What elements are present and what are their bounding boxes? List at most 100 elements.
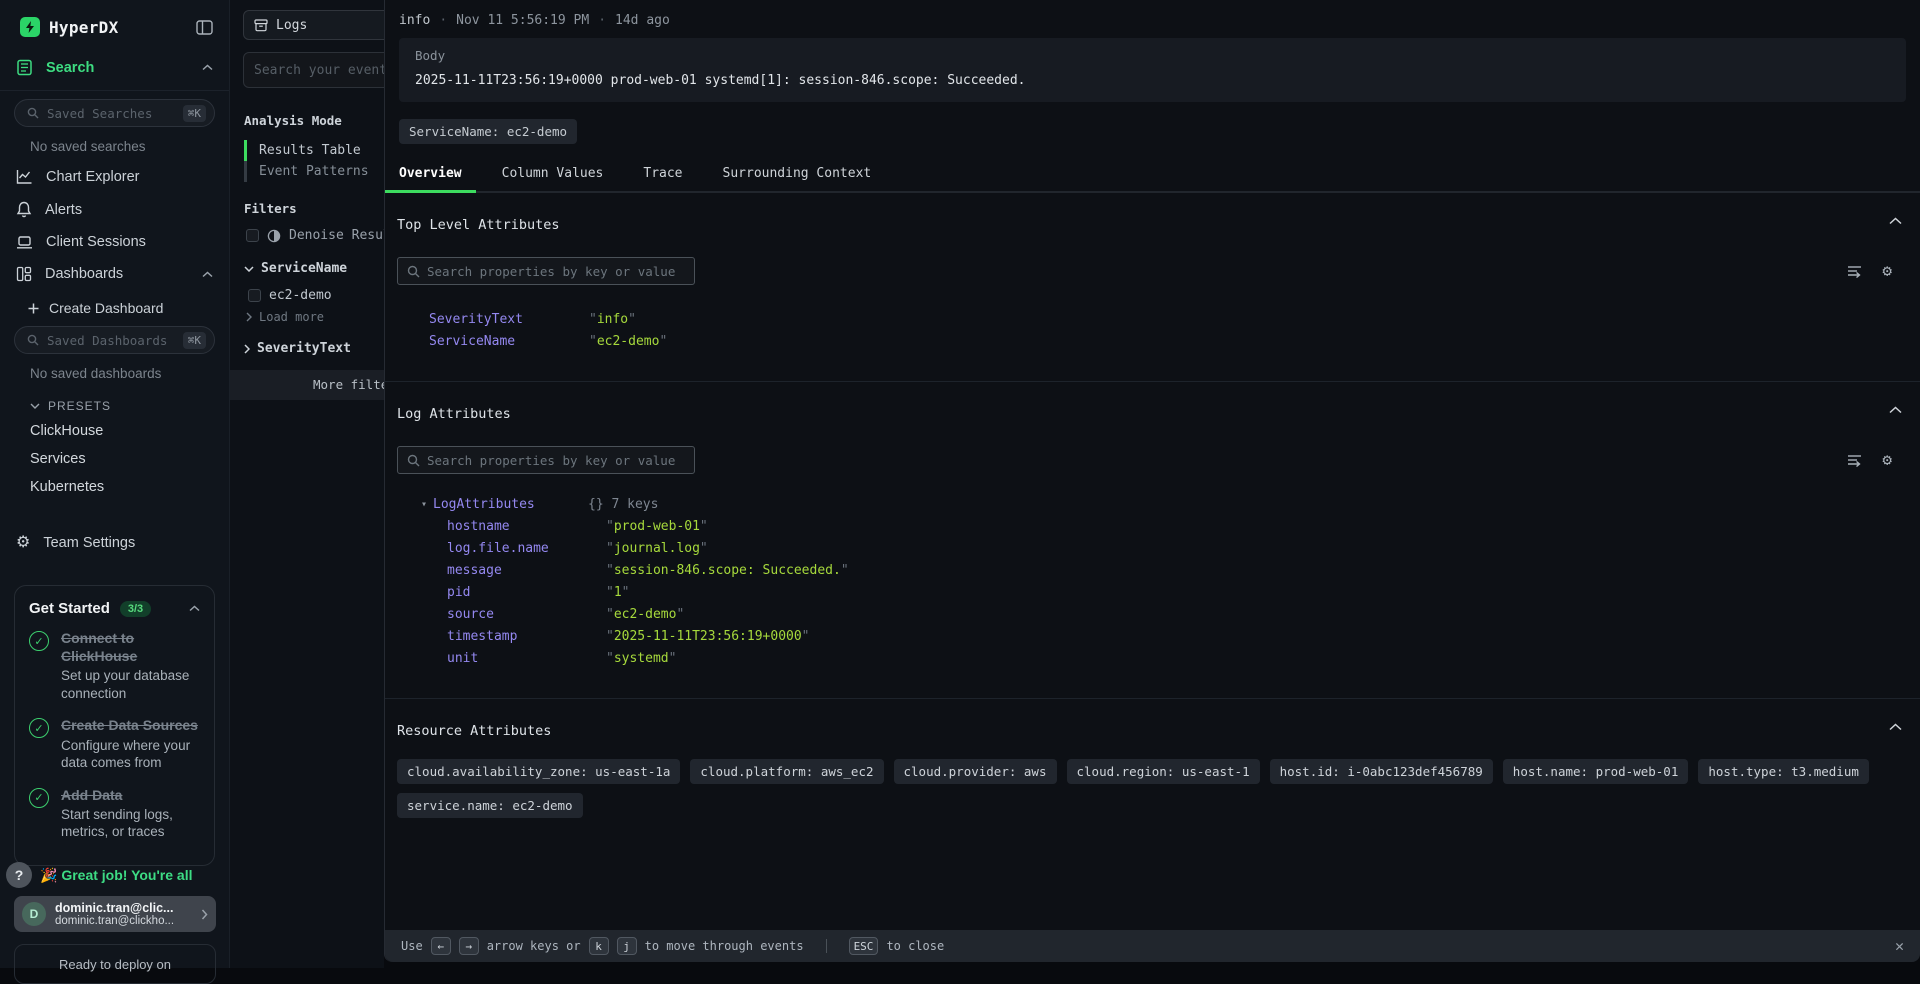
hyperdx-logo-icon <box>20 17 40 37</box>
tab-surrounding-context[interactable]: Surrounding Context <box>709 157 886 191</box>
get-started-step[interactable]: ✓ Connect to ClickHouse Set up your data… <box>29 629 200 702</box>
sidebar-item-label: Alerts <box>45 202 213 218</box>
saved-dashboards-input[interactable]: ⌘K <box>14 326 215 354</box>
chevron-up-icon[interactable] <box>189 605 200 612</box>
attribute-key[interactable]: message <box>447 563 606 578</box>
filter-group-severitytext[interactable]: SeverityText <box>244 341 351 356</box>
esc-key: ESC <box>849 937 879 955</box>
resource-chip[interactable]: cloud.platform: aws_ec2 <box>690 759 883 784</box>
property-search-input[interactable] <box>427 453 685 468</box>
collapse-sidebar-icon[interactable] <box>196 20 213 35</box>
service-name-tag[interactable]: ServiceName: ec2-demo <box>399 119 577 144</box>
resource-chip[interactable]: cloud.region: us-east-1 <box>1067 759 1260 784</box>
attribute-key[interactable]: pid <box>447 585 606 600</box>
tab-column-values[interactable]: Column Values <box>488 157 618 191</box>
filter-lines-icon[interactable] <box>1847 265 1864 278</box>
sidebar-item-client-sessions[interactable]: Client Sessions <box>0 226 229 258</box>
caret-down-icon[interactable]: ▾ <box>421 499 433 510</box>
tab-overview[interactable]: Overview <box>385 157 476 191</box>
get-started-step[interactable]: ✓ Add Data Start sending logs, metrics, … <box>29 786 200 841</box>
attribute-key[interactable]: hostname <box>447 519 606 534</box>
collapse-section-icon[interactable] <box>1889 406 1902 414</box>
resource-chip[interactable]: cloud.provider: aws <box>894 759 1057 784</box>
attribute-value[interactable]: journal.log <box>606 541 708 556</box>
load-more-button[interactable]: Load more <box>246 310 324 324</box>
property-search-box[interactable] <box>397 446 695 474</box>
close-icon[interactable]: ✕ <box>1895 937 1904 955</box>
attribute-key[interactable]: LogAttributes <box>433 497 588 512</box>
attribute-row: SeverityText info <box>429 311 1894 327</box>
presets-toggle[interactable]: PRESETS <box>0 387 229 417</box>
attribute-key[interactable]: log.file.name <box>447 541 606 556</box>
filter-value-row[interactable]: ec2-demo <box>248 288 332 303</box>
preset-clickhouse[interactable]: ClickHouse <box>0 417 229 445</box>
get-started-step[interactable]: ✓ Create Data Sources Configure where yo… <box>29 716 200 771</box>
property-search-input[interactable] <box>427 264 685 279</box>
user-profile-button[interactable]: D dominic.tran@clic... dominic.tran@clic… <box>14 896 216 932</box>
mode-event-patterns[interactable]: Event Patterns <box>244 161 369 182</box>
event-detail-panel: info · Nov 11 5:56:19 PM · 14d ago Body … <box>384 0 1920 962</box>
attribute-row: message session-846.scope: Succeeded. <box>447 562 1894 578</box>
source-selector-label: Logs <box>276 18 307 33</box>
attribute-value[interactable]: 2025-11-11T23:56:19+0000 <box>606 629 810 644</box>
resource-chip[interactable]: host.name: prod-web-01 <box>1503 759 1689 784</box>
attribute-value[interactable]: 1 <box>606 585 629 600</box>
logo-row: HyperDX <box>0 0 229 51</box>
sidebar-item-alerts[interactable]: Alerts <box>0 193 229 226</box>
resource-chip[interactable]: service.name: ec2-demo <box>397 793 583 818</box>
collapse-section-icon[interactable] <box>1889 217 1902 225</box>
filter-group-label: SeverityText <box>257 341 351 356</box>
hint-text: arrow keys or <box>487 939 581 953</box>
denoise-filter-row[interactable]: Denoise Resul <box>246 228 391 243</box>
create-dashboard-button[interactable]: Create Dashboard <box>0 290 229 322</box>
sidebar-item-chart-explorer[interactable]: Chart Explorer <box>0 160 229 193</box>
gear-icon[interactable]: ⚙ <box>1882 263 1892 279</box>
mode-results-table[interactable]: Results Table <box>244 140 369 161</box>
collapse-section-icon[interactable] <box>1889 723 1902 731</box>
filter-group-servicename[interactable]: ServiceName <box>244 261 347 276</box>
saved-dashboards-field[interactable] <box>47 333 175 348</box>
no-saved-dashboards-text: No saved dashboards <box>0 354 229 387</box>
attribute-key[interactable]: source <box>447 607 606 622</box>
get-started-title: Get Started <box>29 600 110 617</box>
tab-trace[interactable]: Trace <box>629 157 696 191</box>
section-title: Resource Attributes <box>397 723 1894 739</box>
property-search-box[interactable] <box>397 257 695 285</box>
hint-text: Use <box>401 939 423 953</box>
ec2-demo-checkbox[interactable] <box>248 289 261 302</box>
attribute-row: unit systemd <box>447 650 1894 666</box>
denoise-checkbox[interactable] <box>246 229 259 242</box>
chevron-down-icon <box>30 403 40 409</box>
attribute-value[interactable]: ec2-demo <box>606 607 684 622</box>
attribute-value[interactable]: prod-web-01 <box>606 519 708 534</box>
sidebar-item-search[interactable]: Search <box>0 51 229 84</box>
resource-chip[interactable]: host.id: i-0abc123def456789 <box>1270 759 1493 784</box>
sidebar-item-dashboards[interactable]: Dashboards <box>0 258 229 290</box>
attribute-value[interactable]: systemd <box>606 651 676 666</box>
shortcut-badge: ⌘K <box>183 105 206 122</box>
search-icon <box>407 265 420 278</box>
hint-text: to move through events <box>645 939 804 953</box>
attribute-key[interactable]: ServiceName <box>429 334 589 349</box>
attribute-value[interactable]: info <box>589 312 636 327</box>
help-icon[interactable]: ? <box>6 862 32 888</box>
preset-kubernetes[interactable]: Kubernetes <box>0 473 229 501</box>
resource-chip[interactable]: cloud.availability_zone: us-east-1a <box>397 759 680 784</box>
bell-icon <box>16 201 32 218</box>
saved-searches-input[interactable]: ⌘K <box>14 99 215 127</box>
attribute-key[interactable]: unit <box>447 651 606 666</box>
attribute-value[interactable]: session-846.scope: Succeeded. <box>606 563 849 578</box>
attribute-row: log.file.name journal.log <box>447 540 1894 556</box>
attribute-key[interactable]: SeverityText <box>429 312 589 327</box>
create-dashboard-label: Create Dashboard <box>49 300 163 316</box>
attribute-value[interactable]: ec2-demo <box>589 334 667 349</box>
resource-chip[interactable]: host.type: t3.medium <box>1698 759 1869 784</box>
gear-icon[interactable]: ⚙ <box>1882 452 1892 468</box>
attribute-key[interactable]: timestamp <box>447 629 606 644</box>
event-body-card: Body 2025-11-11T23:56:19+0000 prod-web-0… <box>399 38 1906 102</box>
filter-lines-icon[interactable] <box>1847 454 1864 467</box>
arrow-left-key: ← <box>431 937 451 955</box>
sidebar-item-team-settings[interactable]: ⚙ Team Settings <box>0 527 229 559</box>
preset-services[interactable]: Services <box>0 445 229 473</box>
saved-searches-field[interactable] <box>47 106 175 121</box>
